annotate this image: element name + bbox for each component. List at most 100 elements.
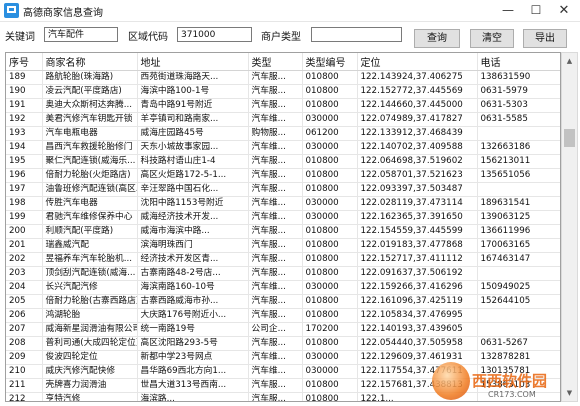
table-cell: 196: [6, 168, 43, 183]
table-row[interactable]: 192 美君汽修汽车钥匙开锁 羊亭镇司和路南家... 汽车维... 030000 122.…: [6, 112, 560, 127]
table-cell: 聚仁汽配连锁(威海乐...: [42, 154, 138, 169]
table-row[interactable]: 203 顶剑刮汽配连锁(威海... 古寨南路48-2号店... 汽车服... 01080…: [6, 266, 560, 281]
table-cell: 汽车服...: [248, 266, 303, 281]
table-cell: 122.152717,37.411112: [357, 252, 478, 267]
column-header[interactable]: 类型编号: [302, 53, 358, 71]
table-row[interactable]: 196 倍耐力轮胎(火炬路店) 高区火炬路172-5-1... 汽车服... 01080…: [6, 168, 560, 183]
column-header[interactable]: 商家名称: [42, 53, 138, 71]
table-row[interactable]: 206 鸿湖轮胎 大庆路176号附近小... 汽车服... 010800 122.1058…: [6, 308, 560, 323]
table-cell: 189631541: [477, 196, 560, 211]
table-cell: 羊亭镇司和路南家...: [137, 112, 249, 127]
table-cell: 俊波四轮定位: [42, 350, 138, 365]
minimize-button[interactable]: —: [494, 0, 522, 21]
column-header[interactable]: 类型: [248, 53, 303, 71]
table-cell: 威海新星润滑油有限公司: [42, 322, 138, 337]
table-cell: 美君汽修汽车钥匙开锁: [42, 112, 138, 127]
table-cell: 138631590: [477, 70, 560, 85]
table-cell: 010800: [302, 266, 358, 281]
table-cell: 208: [6, 336, 43, 351]
keyword-input[interactable]: 汽车配件: [44, 27, 118, 42]
table-cell: 198: [6, 196, 43, 211]
table-cell: 威海经济技术开发...: [137, 210, 249, 225]
table-cell: 190: [6, 84, 43, 99]
table-cell: 壳牌喜力润滑油: [42, 378, 138, 393]
column-header[interactable]: 电话: [477, 53, 560, 71]
table-row[interactable]: 195 聚仁汽配连锁(威海乐... 科技路村语山庄1-4 汽车服... 010800 12…: [6, 154, 560, 169]
table-cell: 倍耐力轮胎(古寨西路店): [42, 294, 138, 309]
table-row[interactable]: 208 普利司通(大成四轮定位) 高区沈阳路293-5号 汽车服... 010800 12…: [6, 336, 560, 351]
table-cell: 136611996: [477, 224, 560, 239]
table-cell: 0631-5303: [477, 98, 560, 113]
table-cell: 122.143924,37.406275: [357, 70, 478, 85]
table-cell: 132663186: [477, 140, 560, 155]
table-row[interactable]: 189 路航轮胎(珠海路) 西苑街道珠海路天... 汽车服... 010800 122.1…: [6, 70, 560, 85]
table-cell: 汽车服...: [248, 224, 303, 239]
table-cell: 205: [6, 294, 43, 309]
table-cell: 122.074989,37.417827: [357, 112, 478, 127]
query-button[interactable]: 查询: [414, 29, 460, 48]
table-cell: 010800: [302, 98, 358, 113]
table-cell: 顶剑刮汽配连锁(威海...: [42, 266, 138, 281]
table-cell: 010800: [302, 84, 358, 99]
column-header[interactable]: 地址: [137, 53, 249, 71]
table-cell: 高区火炬路172-5-1...: [137, 168, 249, 183]
table-cell: 191: [6, 98, 43, 113]
area-code-input[interactable]: 371000: [177, 27, 252, 42]
table-row[interactable]: 204 长兴汽配汽修 海滨南路160-10号 汽车维... 030000 122.1592…: [6, 280, 560, 295]
clear-button[interactable]: 清空: [470, 29, 514, 48]
table-row[interactable]: 200 利顺汽配(平度路) 威海市海滨中路... 汽车服... 010800 122.15…: [6, 224, 560, 239]
table-cell: 122.058701,37.521623: [357, 168, 478, 183]
keyword-label: 关键词: [5, 32, 35, 43]
table-cell: 威海庄园路45号: [137, 126, 249, 141]
table-cell: 0631-5979: [477, 84, 560, 99]
table-row[interactable]: 205 倍耐力轮胎(古寨西路店) 古寨西路威海市孙... 汽车服... 010800 12…: [6, 294, 560, 309]
table-cell: 170063165: [477, 238, 560, 253]
table-cell: 122.091637,37.506192: [357, 266, 478, 281]
table-row[interactable]: 207 威海新星润滑油有限公司 统一南路19号 公司企... 170200 122.140…: [6, 322, 560, 337]
table-cell: 海滨中路100-1号: [137, 84, 249, 99]
table-cell: 汽车服...: [248, 336, 303, 351]
maximize-button[interactable]: ☐: [522, 0, 550, 21]
table-cell: 212: [6, 392, 43, 401]
column-header[interactable]: 定位: [357, 53, 478, 71]
table-cell: 189: [6, 70, 43, 85]
close-button[interactable]: ✕: [550, 0, 578, 21]
title-bar: 高德商家信息查询 — ☐ ✕: [0, 0, 580, 22]
table-cell: 122.144660,37.445000: [357, 98, 478, 113]
table-cell: 西苑街道珠海路天...: [137, 70, 249, 85]
merchant-type-input[interactable]: [311, 27, 402, 42]
table-row[interactable]: 194 昌西汽车救援轮胎修门 天东小城故事家园... 汽车维... 030000 122.…: [6, 140, 560, 155]
table-header: 序号 商家名称 地址 类型 类型编号 定位 电话: [6, 53, 560, 71]
table-cell: 010800: [302, 168, 358, 183]
table-cell: 汽车服...: [248, 168, 303, 183]
table-cell: 世昌大道313号西南...: [137, 378, 249, 393]
table-cell: 010800: [302, 224, 358, 239]
table-row[interactable]: 197 油鲁班修汽配连锁(高区... 辛汪翠路中国石化... 汽车服... 010800…: [6, 182, 560, 197]
table-row[interactable]: 190 凌云汽配(平度路店) 海滨中路100-1号 汽车服... 010800 122.1…: [6, 84, 560, 99]
table-row[interactable]: 202 昱福养车汽车轮胎机... 经济技术开发区青... 汽车服... 010800 12…: [6, 252, 560, 267]
watermark-logo: 西西软件园 CR173.COM: [432, 362, 580, 404]
vertical-scrollbar[interactable]: ▲ ▼: [561, 52, 578, 402]
scroll-up-arrow-icon[interactable]: ▲: [562, 53, 577, 69]
results-table[interactable]: 序号 商家名称 地址 类型 类型编号 定位 电话 189 路航轮胎(珠海路) 西苑街道珠海路天.…: [5, 52, 561, 402]
scrollbar-thumb[interactable]: [564, 129, 575, 147]
table-row[interactable]: 199 君驰汽车维修保养中心 威海经济技术开发... 汽车维... 030000 122.…: [6, 210, 560, 225]
table-cell: 010800: [302, 294, 358, 309]
table-cell: 195: [6, 154, 43, 169]
table-cell: 汽车服...: [248, 70, 303, 85]
table-cell: 辛汪翠路中国石化...: [137, 182, 249, 197]
table-cell: 统一南路19号: [137, 322, 249, 337]
table-cell: 0631-5585: [477, 112, 560, 127]
table-row[interactable]: 201 瑞鑫威汽配 滨海明珠西门 汽车服... 010800 122.019183,37.…: [6, 238, 560, 253]
table-row[interactable]: 191 奥迪大众斯柯达奔腾... 青岛中路91号附近 汽车服... 010800 122.…: [6, 98, 560, 113]
table-cell: 威海市海滨中路...: [137, 224, 249, 239]
column-header[interactable]: 序号: [6, 53, 43, 71]
table-cell: 193: [6, 126, 43, 141]
table-cell: 君驰汽车维修保养中心: [42, 210, 138, 225]
table-row[interactable]: 198 传胜汽车电器 沈阳中路1153号附近 汽车维... 030000 122.0281…: [6, 196, 560, 211]
table-cell: 122.152772,37.445569: [357, 84, 478, 99]
table-cell: 古寨西路威海市孙...: [137, 294, 249, 309]
table-cell: 昱福养车汽车轮胎机...: [42, 252, 138, 267]
export-button[interactable]: 导出: [523, 29, 567, 48]
table-row[interactable]: 193 汽车电瓶电器 威海庄园路45号 购物服... 061200 122.133912,…: [6, 126, 560, 141]
